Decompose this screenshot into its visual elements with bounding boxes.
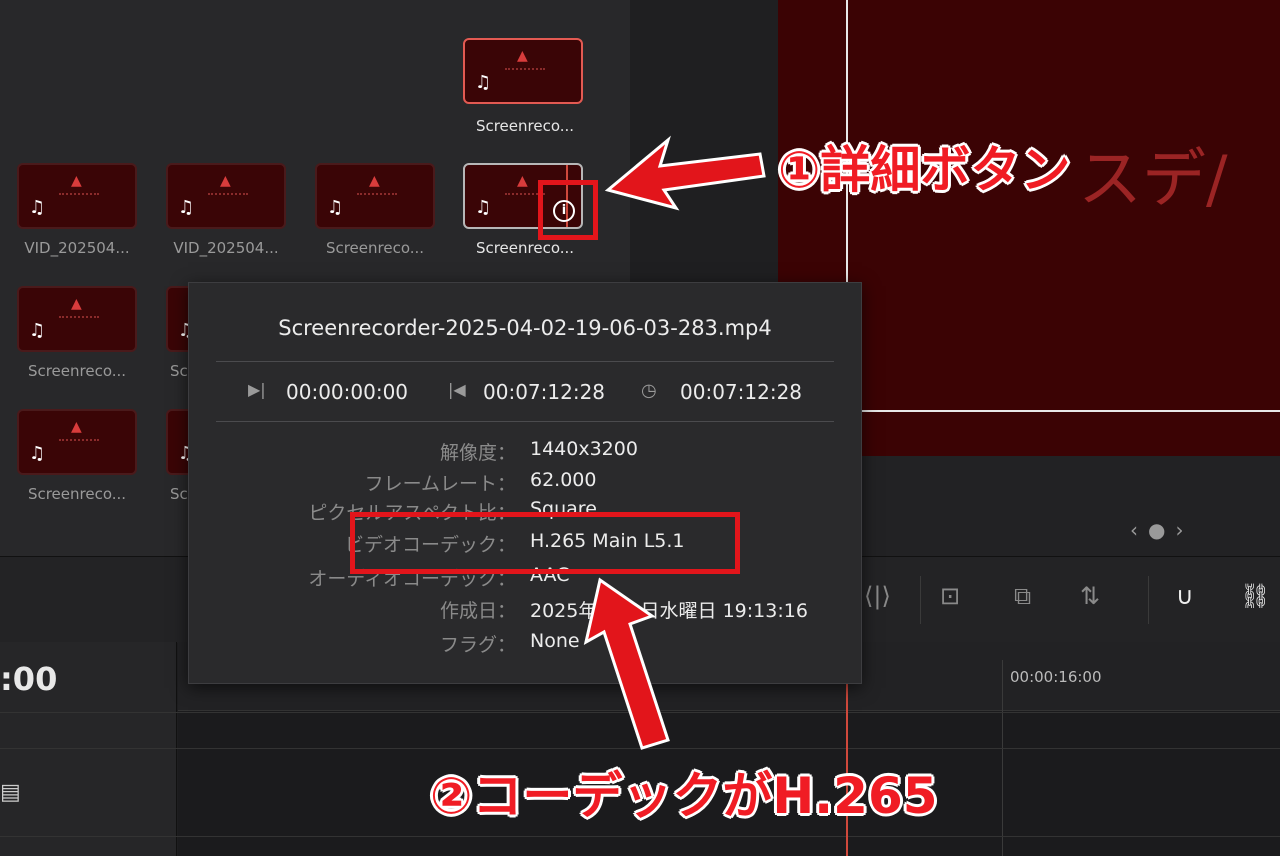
arrow-to-codec bbox=[583, 577, 670, 750]
annotation-arrows bbox=[583, 135, 766, 750]
annotation-step2: ②コーデックがH.265 bbox=[430, 767, 938, 825]
annotation-step1: ①詳細ボタン bbox=[778, 141, 1071, 199]
arrow-to-info-button bbox=[604, 135, 766, 211]
